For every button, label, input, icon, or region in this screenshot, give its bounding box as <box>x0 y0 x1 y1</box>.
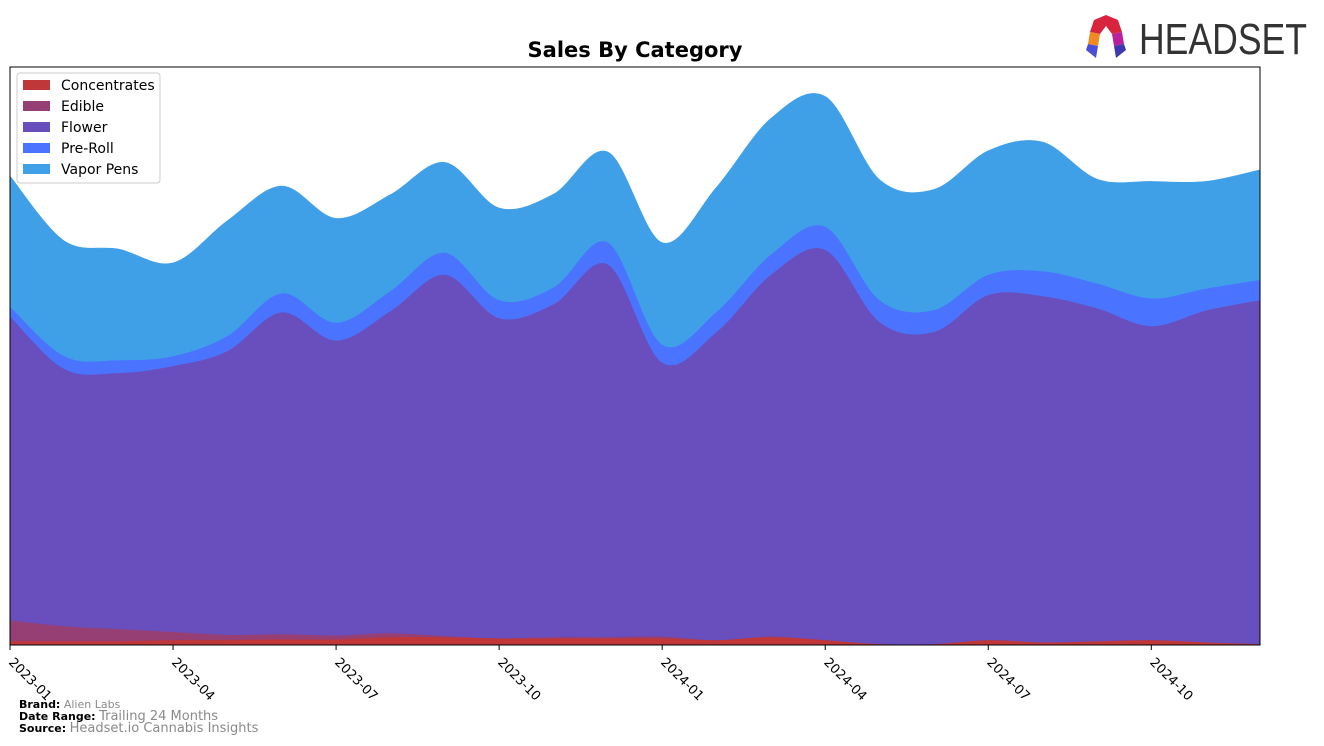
legend-label-pre-roll: Pre-Roll <box>61 141 114 157</box>
x-tick-label: 2023-07 <box>331 655 380 704</box>
legend-label-vapor-pens: Vapor Pens <box>61 162 138 178</box>
x-tick-label: 2023-04 <box>168 655 217 704</box>
chart-title: Sales By Category <box>528 38 743 62</box>
x-tick-label: 2023-01 <box>5 655 54 704</box>
x-tick-label: 2024-04 <box>820 655 869 704</box>
x-axis: 2023-01 2023-04 2023-07 2023-10 2024-01 2024-… <box>5 645 1195 704</box>
x-tick-label: 2024-07 <box>983 655 1032 704</box>
legend-label-edible: Edible <box>61 99 104 115</box>
source-value: Headset.io Cannabis Insights <box>69 721 259 736</box>
legend-swatch-flower <box>23 122 50 132</box>
legend-label-flower: Flower <box>61 120 108 136</box>
legend-swatch-vapor-pens <box>23 164 50 174</box>
area-layers <box>10 93 1260 645</box>
legend-swatch-pre-roll <box>23 143 50 153</box>
chart: Sales By Category 2023-01 2023-04 2023-07 2… <box>5 38 1261 704</box>
source-label: Source: <box>19 722 67 735</box>
legend: Concentrates Edible Flower Pre-Roll Vapor Pe… <box>16 72 161 184</box>
legend-label-concentrates: Concentrates <box>61 78 155 94</box>
headset-logo-text: HEADSET <box>1139 15 1307 62</box>
x-tick-label: 2024-10 <box>1146 655 1195 704</box>
footer-source: Source: Headset.io Cannabis Insights <box>19 721 259 736</box>
legend-swatch-edible <box>23 101 50 111</box>
headset-logo-icon <box>1086 15 1126 58</box>
headset-logo: HEADSET <box>1084 12 1310 66</box>
legend-swatch-concentrates <box>23 80 50 90</box>
x-tick-label: 2024-01 <box>657 655 706 704</box>
x-tick-label: 2023-10 <box>494 655 543 704</box>
